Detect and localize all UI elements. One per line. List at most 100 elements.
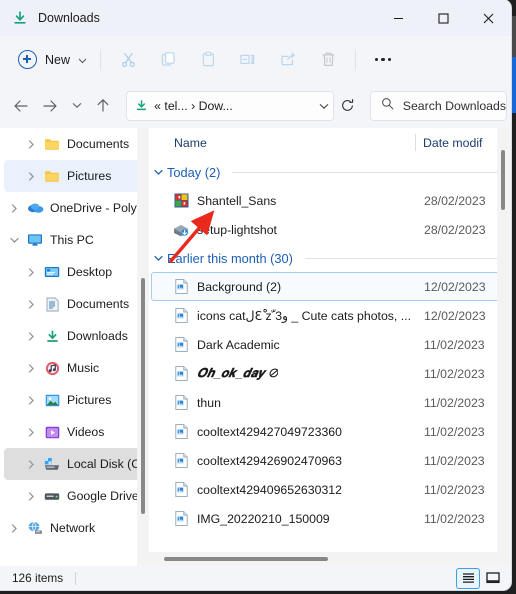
chevron-right-icon[interactable] — [11, 203, 18, 213]
file-row[interactable]: 𝑶𝒉_𝒐𝒌_𝒅𝒂𝒚 ⊘ 11/02/2023 — [151, 359, 511, 388]
chevron-right-icon[interactable] — [28, 139, 35, 149]
file-date-modified: 11/02/2023 — [424, 453, 485, 468]
chevron-right-icon[interactable] — [28, 331, 35, 341]
file-row[interactable]: setup-lightshot 28/02/2023 — [151, 215, 511, 244]
expand-toggle[interactable] — [21, 299, 41, 309]
expand-toggle[interactable] — [4, 523, 24, 533]
file-row[interactable]: icons catلƐْْ ᴢ ّْ3و _ Cute cats photos,… — [151, 301, 511, 330]
sidebar-item-this-pc[interactable]: This PC — [4, 224, 145, 256]
status-divider — [75, 571, 77, 585]
sidebar-item-label: Pictures — [67, 393, 112, 407]
new-button[interactable]: New — [12, 45, 93, 75]
file-row[interactable]: cooltext429427049723360 11/02/2023 — [151, 417, 511, 446]
expand-toggle[interactable] — [21, 427, 41, 437]
see-more-button[interactable] — [363, 43, 403, 77]
large-icons-view-button[interactable] — [482, 569, 504, 588]
sidebar-item-desktop[interactable]: Desktop — [4, 256, 145, 288]
group-collapse-toggle[interactable] — [154, 169, 163, 176]
breadcrumb-chevron-down-icon[interactable] — [319, 97, 329, 115]
expand-toggle[interactable] — [21, 331, 41, 341]
chevron-down-icon[interactable] — [78, 51, 87, 69]
file-group-header[interactable]: Today (2) — [149, 158, 511, 186]
expand-toggle[interactable] — [21, 267, 41, 277]
column-header-date-modified[interactable]: Date modif — [423, 136, 482, 150]
sidebar-item-local-disk-c[interactable]: Local Disk (C:) — [4, 448, 145, 480]
file-explorer-window: Downloads New « tel... › Dow... Search D… — [0, 0, 511, 590]
chevron-right-icon[interactable] — [28, 427, 35, 437]
file-date-modified: 11/02/2023 — [424, 482, 485, 497]
sidebar-item-documents[interactable]: Documents — [4, 128, 145, 160]
expand-toggle[interactable] — [21, 459, 41, 469]
file-list-vertical-scrollbar-thumb[interactable] — [501, 150, 505, 210]
expand-toggle[interactable] — [21, 171, 41, 181]
sidebar-scrollbar[interactable] — [137, 128, 149, 566]
chevron-right-icon[interactable] — [11, 523, 18, 533]
file-row[interactable]: Shantell_Sans 28/02/2023 — [151, 186, 511, 215]
file-name: 𝑶𝒉_𝒐𝒌_𝒅𝒂𝒚 ⊘ — [197, 366, 278, 380]
forward-button[interactable] — [35, 90, 64, 122]
maximize-button[interactable] — [421, 0, 466, 36]
paste-button[interactable] — [188, 43, 228, 77]
sidebar-item-music[interactable]: Music — [4, 352, 145, 384]
chevron-down-icon[interactable] — [154, 255, 163, 262]
chevron-down-icon[interactable] — [9, 237, 19, 244]
chevron-down-icon[interactable] — [154, 169, 163, 176]
up-button[interactable] — [89, 90, 118, 122]
sidebar-item-pictures[interactable]: Pictures — [4, 384, 145, 416]
sidebar-item-google-drive-g[interactable]: Google Drive (G — [4, 480, 145, 512]
details-view-button[interactable] — [456, 567, 480, 589]
column-header-name[interactable]: Name — [174, 136, 207, 150]
winrar-archive-icon — [174, 193, 189, 208]
expand-toggle[interactable] — [4, 203, 24, 213]
expand-toggle[interactable] — [4, 237, 24, 244]
chevron-right-icon[interactable] — [28, 171, 35, 181]
share-button[interactable] — [268, 43, 308, 77]
file-row[interactable]: IMG_20220210_150009 11/02/2023 — [151, 504, 511, 533]
close-button[interactable] — [466, 0, 511, 36]
chevron-right-icon[interactable] — [28, 267, 35, 277]
back-button[interactable] — [6, 90, 35, 122]
file-group-header[interactable]: Earlier this month (30) — [149, 244, 511, 272]
chevron-right-icon[interactable] — [28, 395, 35, 405]
rename-button[interactable] — [228, 43, 268, 77]
search-input[interactable]: Search Downloads — [369, 90, 507, 121]
file-row[interactable]: thun 11/02/2023 — [151, 388, 511, 417]
expand-toggle[interactable] — [21, 491, 41, 501]
cut-button[interactable] — [108, 43, 148, 77]
file-row[interactable]: Dark Academic 11/02/2023 — [151, 330, 511, 359]
file-row[interactable]: cooltext429409652630312 11/02/2023 — [151, 475, 511, 504]
refresh-button[interactable] — [334, 91, 362, 121]
expand-toggle[interactable] — [21, 363, 41, 373]
breadcrumb[interactable]: « tel... › Dow... — [126, 90, 335, 121]
file-row[interactable]: Background (2) 12/02/2023 — [151, 272, 511, 301]
sidebar-item-downloads[interactable]: Downloads — [4, 320, 145, 352]
delete-button[interactable] — [308, 43, 348, 77]
sidebar-item-pictures[interactable]: Pictures — [4, 160, 145, 192]
sidebar-item-documents[interactable]: Documents — [4, 288, 145, 320]
expand-toggle[interactable] — [21, 139, 41, 149]
file-list-vertical-scrollbar[interactable] — [497, 128, 511, 566]
chevron-right-icon[interactable] — [28, 459, 35, 469]
sidebar-item-network[interactable]: Network — [4, 512, 145, 544]
file-row[interactable]: cooltext429426902470963 11/02/2023 — [151, 446, 511, 475]
folder-icon-wrap — [41, 169, 63, 183]
file-list-horizontal-scrollbar[interactable] — [149, 552, 511, 566]
copy-icon[interactable] — [148, 43, 188, 77]
column-divider[interactable] — [415, 134, 416, 151]
new-button-label: New — [45, 52, 71, 67]
file-list-horizontal-scrollbar-thumb[interactable] — [164, 557, 328, 561]
expand-toggle[interactable] — [21, 395, 41, 405]
sidebar-item-label: Videos — [67, 425, 105, 439]
sidebar-item-label: Network — [50, 521, 96, 535]
chevron-right-icon[interactable] — [28, 491, 35, 501]
sidebar-item-videos[interactable]: Videos — [4, 416, 145, 448]
pc-icon-wrap — [24, 233, 46, 247]
sidebar-item-onedrive-polyt[interactable]: OneDrive - Polyt — [4, 192, 145, 224]
recent-locations-button[interactable] — [65, 90, 89, 122]
pictures-icon — [45, 394, 60, 407]
chevron-right-icon[interactable] — [28, 299, 35, 309]
minimize-button[interactable] — [376, 0, 421, 36]
chevron-right-icon[interactable] — [28, 363, 35, 373]
sidebar-scrollbar-thumb[interactable] — [141, 278, 145, 514]
group-collapse-toggle[interactable] — [154, 255, 163, 262]
